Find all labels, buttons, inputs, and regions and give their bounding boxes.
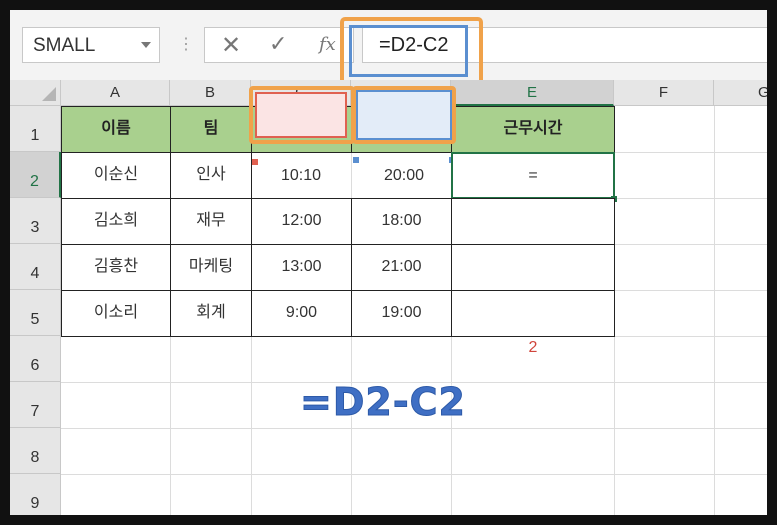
- gridline: [714, 106, 715, 515]
- row-header-2[interactable]: 2: [10, 152, 61, 198]
- cancel-icon[interactable]: ✕: [221, 31, 241, 60]
- table-cell[interactable]: 12:00: [251, 198, 352, 245]
- column-header-g[interactable]: G: [714, 80, 767, 106]
- table-cell[interactable]: 13:00: [251, 244, 352, 291]
- table-cell[interactable]: 마케팅: [170, 244, 252, 291]
- table-cell[interactable]: [451, 198, 615, 245]
- table-cell[interactable]: 이순신: [61, 152, 171, 199]
- formula-bar: SMALL ⋮ ✕ ✓ fx =D2-C2: [10, 10, 767, 85]
- row-header-5[interactable]: 5: [10, 290, 61, 336]
- d2-reference-range: [356, 90, 452, 140]
- row-header-9[interactable]: 9: [10, 474, 61, 515]
- table-cell[interactable]: 재무: [170, 198, 252, 245]
- header-cell-work-hours[interactable]: 근무시간: [451, 106, 615, 153]
- header-cell-team[interactable]: 팀: [170, 106, 252, 153]
- column-header-a[interactable]: A: [61, 80, 170, 106]
- c2-reference-range: [255, 92, 347, 138]
- enter-check-icon[interactable]: ✓: [269, 31, 287, 57]
- row-header-8[interactable]: 8: [10, 428, 61, 474]
- table-cell[interactable]: 김흥찬: [61, 244, 171, 291]
- column-header-f[interactable]: F: [614, 80, 714, 106]
- table-cell[interactable]: 회계: [170, 290, 252, 337]
- table-cell[interactable]: [451, 244, 615, 291]
- end-time-cell-d2[interactable]: 20:00: [356, 152, 452, 199]
- select-all-button[interactable]: [10, 80, 61, 106]
- column-header-e[interactable]: E: [451, 80, 614, 106]
- gridline: [61, 428, 767, 429]
- column-header-b[interactable]: B: [170, 80, 251, 106]
- table-cell[interactable]: 9:00: [251, 290, 352, 337]
- table-cell[interactable]: [451, 290, 615, 337]
- formula-highlight-box: [340, 17, 483, 85]
- gridline: [61, 474, 767, 475]
- edit-eq: =: [528, 167, 538, 184]
- table-cell[interactable]: 19:00: [351, 290, 452, 337]
- row-header-3[interactable]: 3: [10, 198, 61, 244]
- row-header-4[interactable]: 4: [10, 244, 61, 290]
- row-header-7[interactable]: 7: [10, 382, 61, 428]
- range-handle[interactable]: [252, 159, 258, 165]
- table-cell[interactable]: 이소리: [61, 290, 171, 337]
- vertical-dots-icon: ⋮: [178, 36, 194, 53]
- row-header-1[interactable]: 1: [10, 106, 61, 152]
- active-cell-e2[interactable]: =D2-C2: [451, 152, 615, 356]
- table-cell[interactable]: 18:00: [351, 198, 452, 245]
- spreadsheet-grid: A B C D E F G 1 2 3 4 5 6 7 8 9 이름 팀 시작 …: [10, 80, 767, 515]
- header-cell-name[interactable]: 이름: [61, 106, 171, 153]
- table-cell[interactable]: 21:00: [351, 244, 452, 291]
- row-header-6[interactable]: 6: [10, 336, 61, 382]
- formula-annotation: =D2-C2: [300, 380, 466, 425]
- name-box[interactable]: SMALL: [22, 27, 160, 63]
- start-time-cell-c2[interactable]: 10:10: [255, 152, 347, 199]
- table-cell[interactable]: 인사: [170, 152, 252, 199]
- table-cell[interactable]: 김소희: [61, 198, 171, 245]
- range-handle[interactable]: [353, 157, 359, 163]
- insert-function-icon[interactable]: fx: [319, 34, 336, 55]
- formula-buttons: ✕ ✓ fx: [204, 27, 354, 63]
- chevron-down-icon[interactable]: [141, 42, 151, 48]
- name-box-value: SMALL: [33, 35, 96, 56]
- excel-window: SMALL ⋮ ✕ ✓ fx =D2-C2 A B C D E F G 1 2 …: [10, 10, 767, 515]
